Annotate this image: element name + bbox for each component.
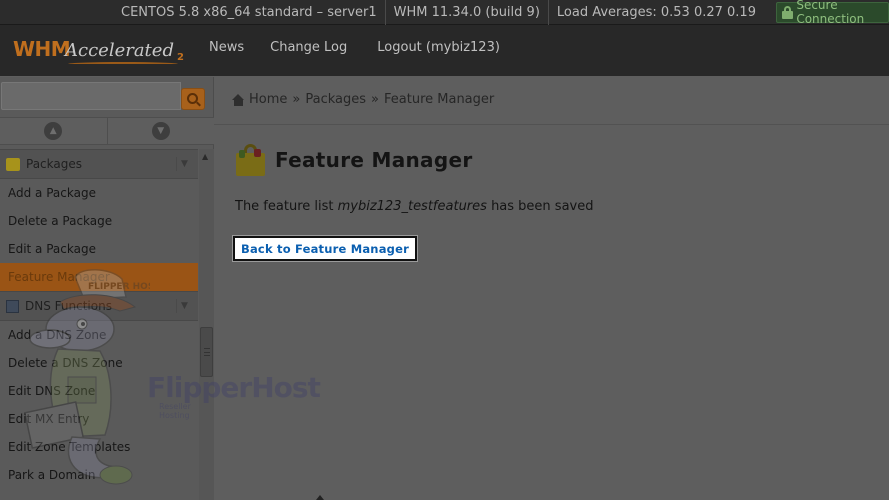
load-averages: Load Averages: 0.53 0.27 0.19	[556, 4, 756, 20]
sidebar: ▲ ▼ Packages ▼ Add a Package Delete a Pa…	[0, 77, 214, 500]
breadcrumb-packages[interactable]: Packages	[305, 92, 366, 107]
search-button[interactable]	[181, 88, 205, 110]
scroll-up-arrow-icon[interactable]: ▲	[202, 152, 208, 161]
sidebar-item-feature-manager[interactable]: Feature Manager	[0, 263, 198, 291]
nav-news-link[interactable]: News	[209, 40, 244, 55]
sidebar-item-edit-dns-zone[interactable]: Edit DNS Zone	[0, 377, 198, 405]
chevron-down-icon[interactable]: ▼	[176, 157, 192, 171]
page-header: Feature Manager	[234, 144, 472, 176]
sidebar-item-add-package[interactable]: Add a Package	[0, 179, 198, 207]
message-suffix: has been saved	[486, 199, 594, 214]
nav-changelog-link[interactable]: Change Log	[270, 40, 347, 55]
logo-swoosh	[68, 62, 178, 66]
mouse-cursor-icon	[316, 495, 324, 500]
status-bar: CENTOS 5.8 x86_64 standard – server1 WHM…	[0, 0, 889, 26]
sidebar-item-delete-dns-zone[interactable]: Delete a DNS Zone	[0, 349, 198, 377]
scrollbar-thumb[interactable]	[200, 327, 213, 377]
logo-main: WHM	[13, 37, 71, 61]
menu-scroll-controls: ▲ ▼	[0, 117, 214, 145]
logo-version: 2	[177, 52, 184, 63]
breadcrumb-current: Feature Manager	[384, 92, 495, 107]
home-icon[interactable]	[232, 93, 245, 106]
search-icon	[186, 92, 198, 104]
breadcrumb-separator: »	[371, 92, 379, 107]
save-confirmation-message: The feature list mybiz123_testfeatures h…	[235, 199, 593, 214]
arrow-down-icon: ▼	[151, 122, 170, 140]
sidebar-item-edit-package[interactable]: Edit a Package	[0, 235, 198, 263]
sidebar-search	[0, 82, 214, 111]
sidebar-item-edit-zone-templates[interactable]: Edit Zone Templates	[0, 433, 198, 461]
scroll-up-button[interactable]: ▲	[0, 118, 108, 144]
category-packages[interactable]: Packages ▼	[0, 149, 198, 179]
arrow-up-icon: ▲	[44, 122, 63, 140]
sidebar-menu: Packages ▼ Add a Package Delete a Packag…	[0, 149, 198, 489]
top-nav: News Change Log Logout (mybiz123)	[209, 40, 526, 55]
header-divider	[214, 124, 889, 125]
breadcrumb: Home » Packages » Feature Manager	[232, 92, 494, 107]
sidebar-item-park-domain[interactable]: Park a Domain	[0, 461, 198, 489]
secure-connection-label: Secure Connection	[796, 0, 865, 26]
breadcrumb-separator: »	[292, 92, 301, 107]
search-input[interactable]	[1, 82, 181, 110]
header: WHM Accelerated 2 News Change Log Logout…	[0, 25, 889, 76]
sidebar-item-add-dns-zone[interactable]: Add a DNS Zone	[0, 321, 198, 349]
server-info: CENTOS 5.8 x86_64 standard – server1	[0, 0, 386, 25]
category-dns-functions[interactable]: DNS Functions ▼	[0, 291, 198, 321]
scroll-down-button[interactable]: ▼	[107, 118, 214, 144]
nav-logout-link[interactable]: Logout (mybiz123)	[377, 40, 500, 55]
sidebar-item-edit-mx-entry[interactable]: Edit MX Entry	[0, 405, 198, 433]
message-prefix: The feature list	[235, 199, 338, 214]
chevron-down-icon[interactable]: ▼	[176, 299, 192, 313]
feature-list-name: mybiz123_testfeatures	[337, 199, 487, 214]
sidebar-item-delete-package[interactable]: Delete a Package	[0, 207, 198, 235]
category-label: Packages	[26, 157, 82, 171]
back-to-feature-manager-button[interactable]: Back to Feature Manager	[233, 236, 417, 261]
page-title: Feature Manager	[275, 148, 473, 172]
logo-accent: Accelerated	[65, 40, 174, 61]
category-label: DNS Functions	[25, 299, 112, 313]
lock-icon	[781, 5, 793, 19]
shopping-bag-icon	[234, 144, 267, 176]
sidebar-scrollbar[interactable]: ▲	[199, 149, 214, 500]
whm-version: WHM 11.34.0 (build 9)	[386, 0, 549, 25]
secure-connection-badge: Secure Connection	[775, 0, 889, 26]
whm-logo[interactable]: WHM Accelerated 2	[13, 35, 185, 67]
package-icon	[6, 157, 20, 171]
breadcrumb-home[interactable]: Home	[249, 92, 287, 107]
dns-icon	[6, 299, 19, 313]
